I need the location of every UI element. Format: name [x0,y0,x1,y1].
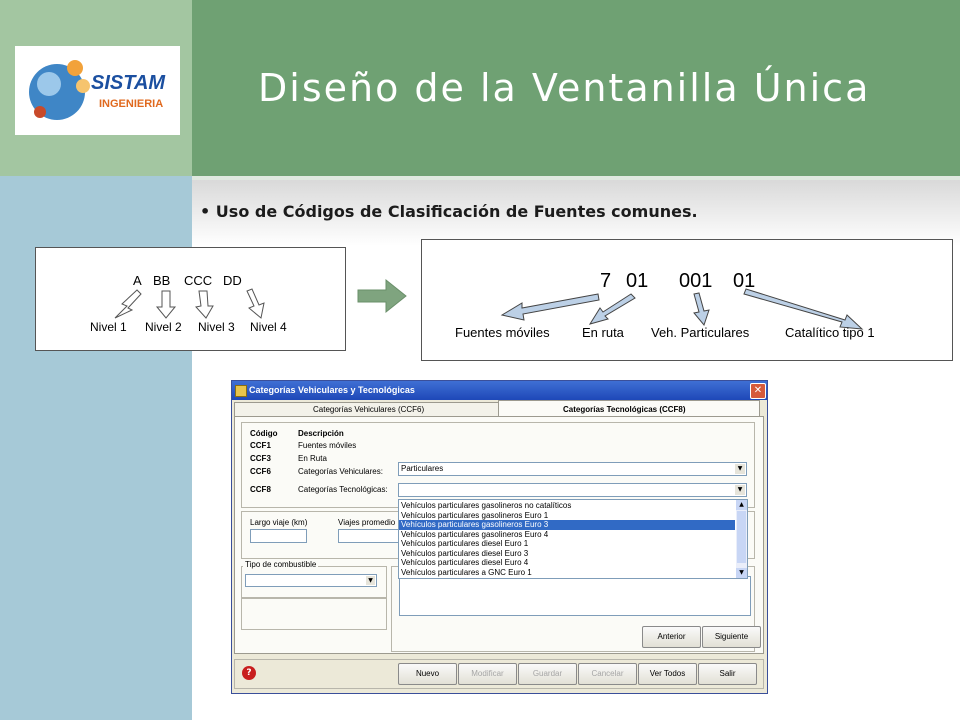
tab-tecnologicas[interactable]: Categorías Tecnológicas (CCF8) [498,400,760,417]
bullet-text: Uso de Códigos de Clasificación de Fuent… [215,202,698,221]
dropdown-option[interactable]: Vehículos particulares diesel Euro 4 [399,558,735,568]
ccf8-dropdown-list[interactable]: Vehículos particulares gasolineros no ca… [398,499,748,579]
code-example-diagram: 7 01 001 01 Fuentes móviles En ruta Veh.… [421,239,953,361]
largo-viaje-label: Largo viaje (km) [250,518,308,527]
row-ccf1-desc: Fuentes móviles [298,441,357,450]
scroll-thumb[interactable] [737,511,746,563]
fuel-divider [241,597,387,599]
slide-title: Diseño de la Ventanilla Única [258,66,871,110]
ccf6-dropdown-icon[interactable]: ▼ [735,464,745,474]
row-ccf6-code: CCF6 [250,467,271,476]
row-ccf1-code: CCF1 [250,441,271,450]
row-ccf8-code: CCF8 [250,485,271,494]
salir-button[interactable]: Salir [698,663,757,685]
modificar-button[interactable]: Modificar [458,663,517,685]
row-ccf3-code: CCF3 [250,454,271,463]
logo-main-text: SISTAM [91,72,166,94]
window-title: Categorías Vehiculares y Tecnológicas [249,385,415,395]
example-arrows-icon [500,288,864,330]
combustible-dropdown-icon[interactable]: ▼ [366,576,375,585]
tab-vehiculares-label: Categorías Vehiculares (CCF6) [313,405,425,414]
help-icon[interactable]: ? [242,666,256,680]
viajes-promedio-input[interactable] [338,529,400,543]
row-ccf6-desc: Categorías Vehiculares: [298,467,383,476]
label-en-ruta: En ruta [582,325,624,340]
dropdown-option[interactable]: Vehículos particulares diesel Euro 1 [399,539,735,549]
largo-viaje-input[interactable] [250,529,307,543]
window-app-icon [235,385,247,397]
dropdown-option[interactable]: Vehículos particulares gasolineros Euro … [399,530,735,540]
level-4-label: Nivel 4 [250,320,287,334]
categories-window: Categorías Vehiculares y Tecnológicas ✕ … [231,380,768,694]
ccf8-select[interactable]: ▼ [398,483,747,497]
guardar-button[interactable]: Guardar [518,663,577,685]
dropdown-scrollbar[interactable]: ▲ ▼ [736,500,747,578]
nuevo-button[interactable]: Nuevo [398,663,457,685]
label-veh-particulares: Veh. Particulares [651,325,750,340]
siguiente-button[interactable]: Siguiente [702,626,761,648]
window-titlebar[interactable]: Categorías Vehiculares y Tecnológicas ✕ [232,381,767,400]
ccf8-dropdown-icon[interactable]: ▼ [735,485,745,495]
logo-sub-text: INGENIERIA [99,98,164,110]
level-2-label: Nivel 2 [145,320,182,334]
window-close-icon[interactable]: ✕ [750,383,766,399]
combustible-select[interactable]: ▼ [245,574,377,587]
anterior-button[interactable]: Anterior [642,626,701,648]
scroll-up-icon[interactable]: ▲ [736,500,747,510]
ccf6-select[interactable]: Particulares ▼ [398,462,747,476]
cancelar-button[interactable]: Cancelar [578,663,637,685]
dropdown-option[interactable]: Vehículos particulares a GNC Euro 1 [399,568,735,578]
label-catalitico: Catalítico tipo 1 [785,325,875,340]
dropdown-option[interactable]: Vehículos particulares gasolineros Euro … [399,511,735,521]
code-structure-diagram: A BB CCC DD Nivel 1 Nivel 2 Nivel 3 Nive… [35,247,346,351]
level-1-label: Nivel 1 [90,320,127,334]
dropdown-option[interactable]: Vehículos particulares diesel Euro 3 [399,549,735,559]
row-ccf8-desc: Categorías Tecnológicas: [298,485,388,494]
bottom-toolbar: ? Nuevo Modificar Guardar Cancelar Ver T… [234,659,764,689]
tab-vehiculares[interactable]: Categorías Vehiculares (CCF6) [234,402,499,416]
header-description: Descripción [298,429,344,438]
dropdown-option[interactable]: Vehículos particulares gasolineros Euro … [399,520,735,530]
combustible-label: Tipo de combustible [243,560,319,569]
ver-todos-button[interactable]: Ver Todos [638,663,697,685]
scroll-down-icon[interactable]: ▼ [736,568,747,578]
company-logo: SISTAM INGENIERIA [15,46,180,135]
right-arrow-icon [357,278,407,314]
bullet-point: • Uso de Códigos de Clasificación de Fue… [200,202,698,221]
dropdown-options: Vehículos particulares gasolineros no ca… [399,501,735,577]
ccf6-selected-value: Particulares [401,464,444,473]
header-code: Código [250,429,278,438]
label-fuentes-moviles: Fuentes móviles [455,325,550,340]
level-3-label: Nivel 3 [198,320,235,334]
tab-tecnologicas-label: Categorías Tecnológicas (CCF8) [563,405,686,414]
level-arrows-icon [114,288,265,319]
viajes-promedio-label: Viajes promedio [338,518,396,527]
details-textarea[interactable] [399,576,751,616]
dropdown-option[interactable]: Vehículos particulares gasolineros no ca… [399,501,735,511]
row-ccf3-desc: En Ruta [298,454,327,463]
